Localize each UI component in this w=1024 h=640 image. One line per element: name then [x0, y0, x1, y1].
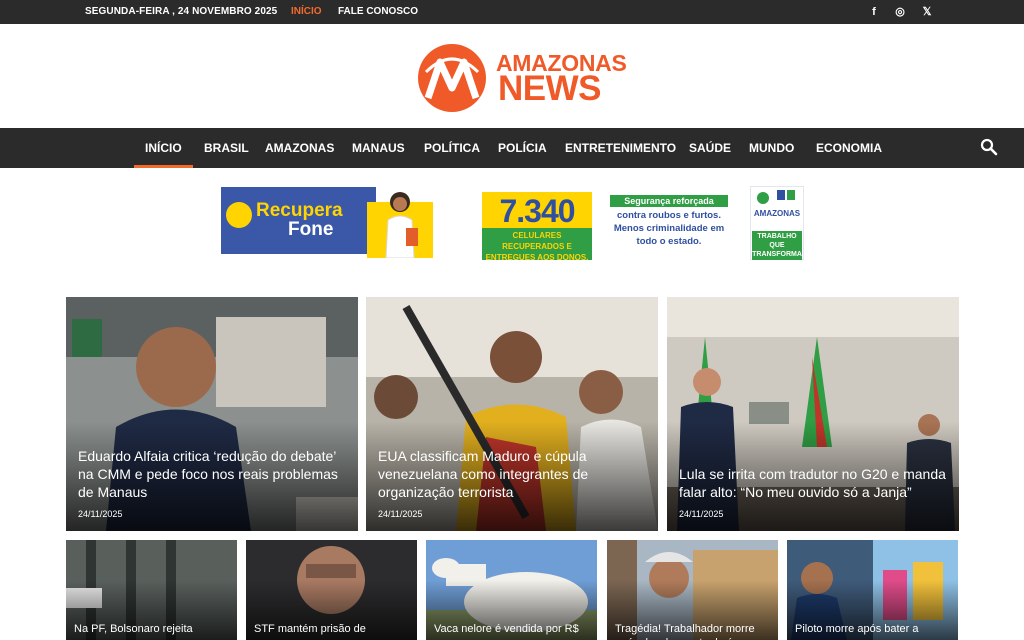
nav-item-saude[interactable]: SAÚDE [689, 128, 731, 168]
banner-counter: 7.340 CELULARES RECUPERADOS E ENTREGUES … [482, 192, 592, 262]
site-header: AMAZONAS NEWS [0, 24, 1024, 128]
small-title[interactable]: Tragédia! Trabalhador morre após desabam… [615, 622, 773, 640]
phone-icon [226, 202, 252, 228]
small-title[interactable]: Piloto morre após bater a [795, 622, 953, 636]
small-article-1[interactable]: Na PF, Bolsonaro rejeita [66, 540, 237, 640]
banner-badge-title: AMAZONAS [753, 209, 801, 218]
small-article-4[interactable]: Tragédia! Trabalhador morre após desabam… [607, 540, 778, 640]
banner-brand-2: Fone [288, 219, 334, 240]
top-bar: SEGUNDA-FEIRA , 24 NOVEMBRO 2025 INÍCIO … [0, 0, 1024, 24]
small-article-5[interactable]: Piloto morre após bater a [787, 540, 958, 640]
nav-item-mundo[interactable]: MUNDO [749, 128, 794, 168]
nav-item-brasil[interactable]: BRASIL [204, 128, 249, 168]
top-link-fale-conosco[interactable]: FALE CONOSCO [338, 6, 418, 17]
current-date: SEGUNDA-FEIRA , 24 NOVEMBRO 2025 [85, 6, 278, 17]
instagram-icon[interactable]: ◎ [893, 4, 907, 20]
small-article-2[interactable]: STF mantém prisão de [246, 540, 417, 640]
top-link-inicio[interactable]: INÍCIO [291, 6, 322, 17]
banner-brand-1: Recupera [256, 200, 343, 221]
search-icon[interactable] [980, 138, 998, 156]
featured-article-2[interactable]: EUA classificam Maduro e cúpula venezuel… [366, 297, 658, 531]
small-title[interactable]: Vaca nelore é vendida por R$ [434, 622, 592, 636]
logo-word-news: NEWS [498, 69, 602, 108]
banner-counter-caption: CELULARES RECUPERADOS E ENTREGUES AOS DO… [485, 231, 589, 262]
featured-title[interactable]: Lula se irrita com tradutor no G20 e man… [679, 465, 949, 501]
featured-date: 24/11/2025 [378, 509, 423, 519]
nav-item-amazonas[interactable]: AMAZONAS [265, 128, 334, 168]
nav-item-politica[interactable]: POLÍTICA [424, 128, 480, 168]
banner-badge-slogan: TRABALHO QUE TRANSFORMA [752, 231, 802, 260]
banner-ad[interactable]: Recupera Fone 7.340 CELULARES RECUPERADO… [220, 186, 810, 262]
banner-badge: AMAZONAS TRABALHO QUE TRANSFORMA [750, 186, 804, 260]
small-title[interactable]: STF mantém prisão de [254, 622, 412, 636]
main-nav: INÍCIO BRASIL AMAZONAS MANAUS POLÍTICA P… [0, 128, 1024, 168]
logo-mark-icon [418, 44, 486, 112]
nav-item-inicio[interactable]: INÍCIO [134, 128, 193, 168]
featured-date: 24/11/2025 [679, 509, 724, 519]
banner-person-illustration [385, 192, 418, 258]
nav-item-entretenimento[interactable]: ENTRETENIMENTO [565, 128, 676, 168]
small-article-3[interactable]: Vaca nelore é vendida por R$ [426, 540, 597, 640]
banner-message: Segurança reforçada contra roubos e furt… [610, 195, 730, 248]
small-title[interactable]: Na PF, Bolsonaro rejeita [74, 622, 232, 636]
nav-item-economia[interactable]: ECONOMIA [816, 128, 882, 168]
site-logo[interactable]: AMAZONAS NEWS [412, 42, 627, 114]
banner-counter-number: 7.340 [482, 192, 592, 229]
featured-date: 24/11/2025 [78, 509, 123, 519]
banner-badge-icons [757, 190, 795, 204]
featured-title[interactable]: Eduardo Alfaia critica ‘redução do debat… [78, 447, 348, 501]
nav-item-policia[interactable]: POLÍCIA [498, 128, 547, 168]
banner-tag: Segurança reforçada [610, 195, 728, 207]
featured-article-1[interactable]: Eduardo Alfaia critica ‘redução do debat… [66, 297, 358, 531]
banner-text: contra roubos e furtos. Menos criminalid… [613, 210, 725, 247]
facebook-icon[interactable]: f [867, 4, 881, 20]
featured-title[interactable]: EUA classificam Maduro e cúpula venezuel… [378, 447, 648, 501]
nav-item-manaus[interactable]: MANAUS [352, 128, 405, 168]
featured-article-3[interactable]: Lula se irrita com tradutor no G20 e man… [667, 297, 959, 531]
x-icon[interactable]: 𝕏 [920, 4, 934, 20]
